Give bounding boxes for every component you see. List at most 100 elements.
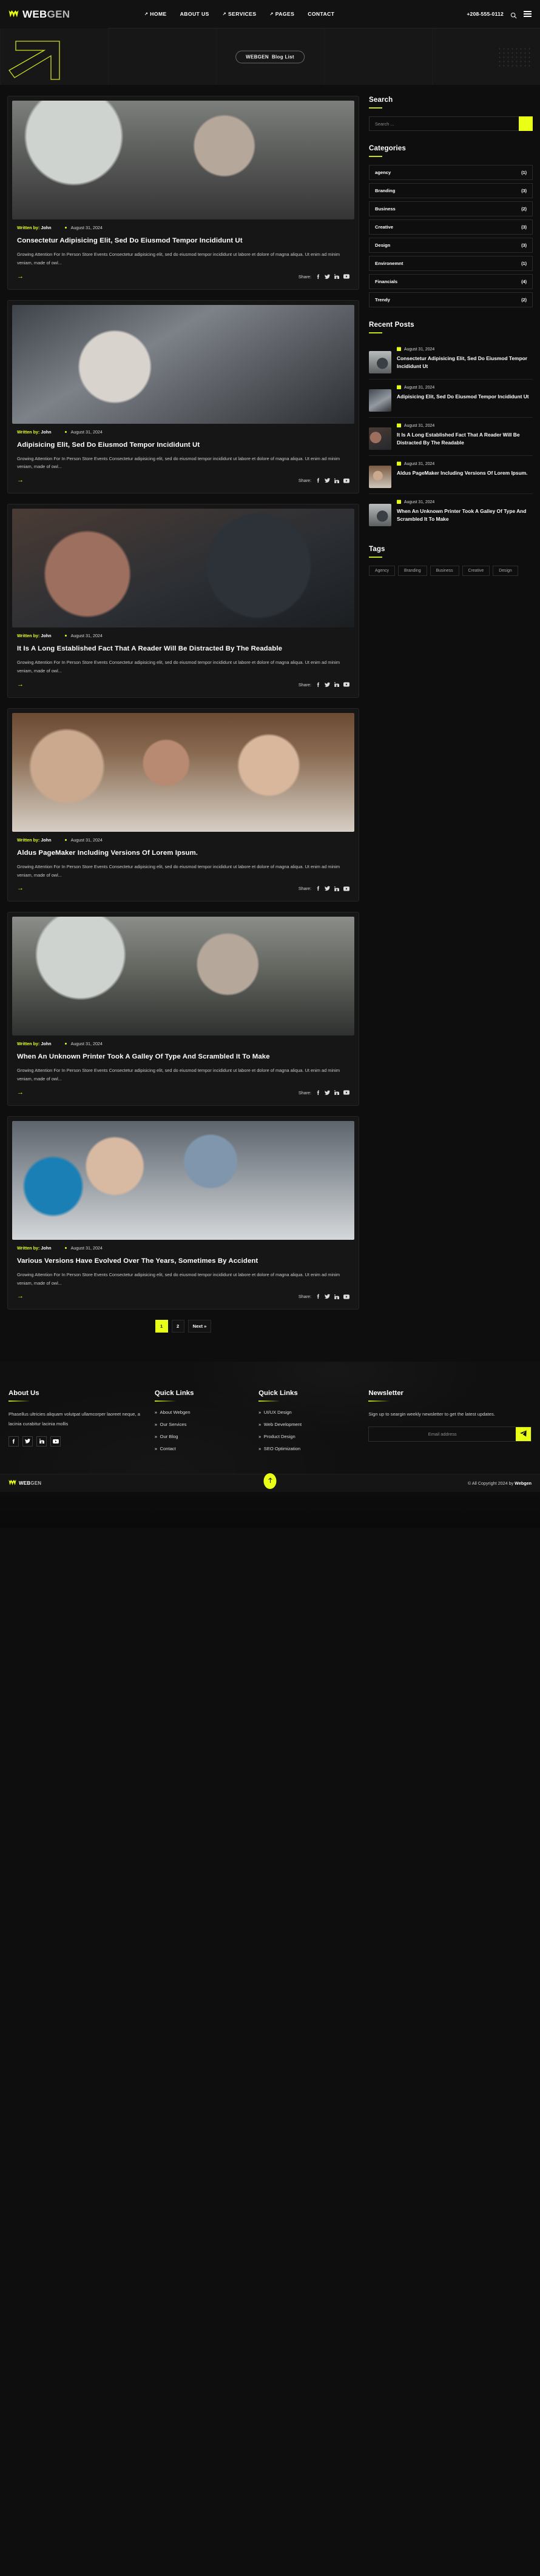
nav-item-services[interactable]: ↗ SERVICES — [223, 11, 257, 17]
read-more-arrow-icon[interactable]: → — [17, 1089, 24, 1096]
post-title[interactable]: Consectetur Adipisicing Elit, Sed Do Eiu… — [17, 236, 349, 246]
category-item-financials[interactable]: Financials (4) — [369, 274, 533, 289]
category-item-trendy[interactable]: Trendy (2) — [369, 292, 533, 307]
footer-logo[interactable]: WEBGEN — [8, 1478, 41, 1489]
twitter-icon[interactable] — [325, 682, 330, 687]
linkedin-icon[interactable] — [36, 1436, 47, 1447]
blog-post-card[interactable]: Written by: John August 31, 2024 Various… — [7, 1116, 359, 1310]
twitter-icon[interactable] — [325, 1090, 330, 1096]
post-title[interactable]: Aldus PageMaker Including Versions Of Lo… — [17, 848, 349, 858]
read-more-arrow-icon[interactable]: → — [17, 1293, 24, 1300]
recent-post-title[interactable]: Adipisicing Elit, Sed Do Eiusmod Tempor … — [397, 393, 533, 401]
twitter-icon[interactable] — [325, 274, 330, 279]
tag-business[interactable]: Business — [430, 566, 459, 576]
pagination-page-1[interactable]: 1 — [155, 1320, 168, 1333]
youtube-icon[interactable] — [343, 274, 349, 279]
nav-item-pages[interactable]: ↗ PAGES — [270, 11, 295, 17]
linkedin-icon[interactable] — [334, 682, 339, 687]
facebook-icon[interactable] — [316, 886, 320, 891]
facebook-icon[interactable] — [8, 1436, 19, 1447]
youtube-icon[interactable] — [343, 1294, 349, 1299]
site-logo[interactable]: WEBGEN — [0, 0, 108, 28]
facebook-icon[interactable] — [316, 1090, 320, 1096]
category-item-design[interactable]: Design (3) — [369, 238, 533, 253]
back-to-top-button[interactable] — [263, 1473, 277, 1490]
facebook-icon[interactable] — [316, 274, 320, 279]
read-more-arrow-icon[interactable]: → — [17, 885, 24, 892]
footer-link-our-services[interactable]: » Our Services — [155, 1422, 245, 1427]
pagination-page-2[interactable]: 2 — [171, 1320, 184, 1333]
category-item-environemnt[interactable]: Environemnt (1) — [369, 256, 533, 271]
breadcrumb-brand[interactable]: WEBGEN — [246, 55, 269, 60]
youtube-icon[interactable] — [343, 886, 349, 891]
linkedin-icon[interactable] — [334, 478, 339, 483]
footer-link-contact[interactable]: » Contact — [155, 1446, 245, 1451]
footer-link-about-webgen[interactable]: » About Webgen — [155, 1410, 245, 1415]
linkedin-icon[interactable] — [334, 1090, 339, 1096]
post-title[interactable]: Adipisicing Elit, Sed Do Eiusmod Tempor … — [17, 440, 349, 450]
newsletter-email-input[interactable] — [369, 1427, 516, 1441]
twitter-icon[interactable] — [325, 886, 330, 891]
footer-link-uiux-design[interactable]: » UI/UX Design — [258, 1410, 355, 1415]
twitter-icon[interactable] — [325, 1294, 330, 1299]
post-date: August 31, 2024 — [64, 633, 103, 638]
linkedin-icon[interactable] — [334, 886, 339, 891]
blog-post-card[interactable]: Written by: John August 31, 2024 Adipisi… — [7, 299, 359, 494]
read-more-arrow-icon[interactable]: → — [17, 477, 24, 484]
pagination-next[interactable]: Next » — [187, 1320, 212, 1333]
blog-post-card[interactable]: Written by: John August 31, 2024 Aldus P… — [7, 708, 359, 902]
hamburger-icon[interactable] — [524, 10, 532, 18]
youtube-icon[interactable] — [50, 1436, 61, 1447]
category-name: Creative — [375, 224, 393, 230]
site-header: WEBGEN ↗ HOME ABOUT US ↗ SERVICES ↗ PAGE… — [0, 0, 540, 28]
post-title[interactable]: Various Versions Have Evolved Over The Y… — [17, 1256, 349, 1266]
linkedin-icon[interactable] — [334, 274, 339, 279]
recent-post-title[interactable]: Aldus PageMaker Including Versions Of Lo… — [397, 469, 533, 477]
footer-link-product-design[interactable]: » Product Design — [258, 1434, 355, 1439]
tag-creative[interactable]: Creative — [462, 566, 490, 576]
facebook-icon[interactable] — [316, 1294, 320, 1299]
category-item-creative[interactable]: Creative (3) — [369, 219, 533, 235]
search-submit-button[interactable] — [519, 116, 533, 131]
search-input[interactable] — [369, 116, 519, 131]
recent-post-title[interactable]: Consectetur Adipisicing Elit, Sed Do Eiu… — [397, 355, 533, 370]
read-more-arrow-icon[interactable]: → — [17, 681, 24, 688]
recent-post-item[interactable]: August 31, 2024 Consectetur Adipisicing … — [369, 341, 533, 380]
facebook-icon[interactable] — [316, 478, 320, 483]
blog-post-card[interactable]: Written by: John August 31, 2024 Consect… — [7, 96, 359, 290]
category-item-agency[interactable]: agency (1) — [369, 165, 533, 180]
newsletter-submit-button[interactable] — [516, 1427, 532, 1441]
blog-post-card[interactable]: Written by: John August 31, 2024 It Is A… — [7, 504, 359, 698]
footer-link-web-development[interactable]: » Web Development — [258, 1422, 355, 1427]
twitter-icon[interactable] — [325, 478, 330, 483]
youtube-icon[interactable] — [343, 682, 349, 687]
category-item-branding[interactable]: Branding (3) — [369, 183, 533, 198]
content-wrapper: Written by: John August 31, 2024 Consect… — [0, 85, 540, 1346]
blog-post-card[interactable]: Written by: John August 31, 2024 When An… — [7, 912, 359, 1106]
nav-item-home[interactable]: ↗ HOME — [144, 11, 167, 17]
youtube-icon[interactable] — [343, 1090, 349, 1095]
youtube-icon[interactable] — [343, 478, 349, 483]
header-phone[interactable]: +208-555-0112 — [467, 11, 504, 17]
tag-agency[interactable]: Agency — [369, 566, 395, 576]
linkedin-icon[interactable] — [334, 1294, 339, 1299]
post-title[interactable]: It Is A Long Established Fact That A Rea… — [17, 644, 349, 654]
facebook-icon[interactable] — [316, 682, 320, 687]
footer-link-seo-optimization[interactable]: » SEO Optimization — [258, 1446, 355, 1451]
tag-branding[interactable]: Branding — [397, 566, 427, 576]
recent-post-title[interactable]: It Is A Long Established Fact That A Rea… — [397, 431, 533, 446]
nav-item-contact[interactable]: CONTACT — [308, 11, 334, 17]
recent-post-item[interactable]: August 31, 2024 It Is A Long Established… — [369, 418, 533, 456]
recent-post-title[interactable]: When An Unknown Printer Took A Galley Of… — [397, 507, 533, 523]
tag-design[interactable]: Design — [493, 566, 518, 576]
category-item-business[interactable]: Business (2) — [369, 201, 533, 216]
post-title[interactable]: When An Unknown Printer Took A Galley Of… — [17, 1052, 349, 1062]
nav-item-about-us[interactable]: ABOUT US — [180, 11, 209, 17]
twitter-icon[interactable] — [22, 1436, 33, 1447]
search-icon[interactable] — [510, 11, 517, 19]
recent-post-item[interactable]: August 31, 2024 Adipisicing Elit, Sed Do… — [369, 380, 533, 418]
footer-link-our-blog[interactable]: » Our Blog — [155, 1434, 245, 1439]
read-more-arrow-icon[interactable]: → — [17, 273, 24, 280]
recent-post-item[interactable]: August 31, 2024 When An Unknown Printer … — [369, 494, 533, 532]
recent-post-item[interactable]: August 31, 2024 Aldus PageMaker Includin… — [369, 456, 533, 494]
